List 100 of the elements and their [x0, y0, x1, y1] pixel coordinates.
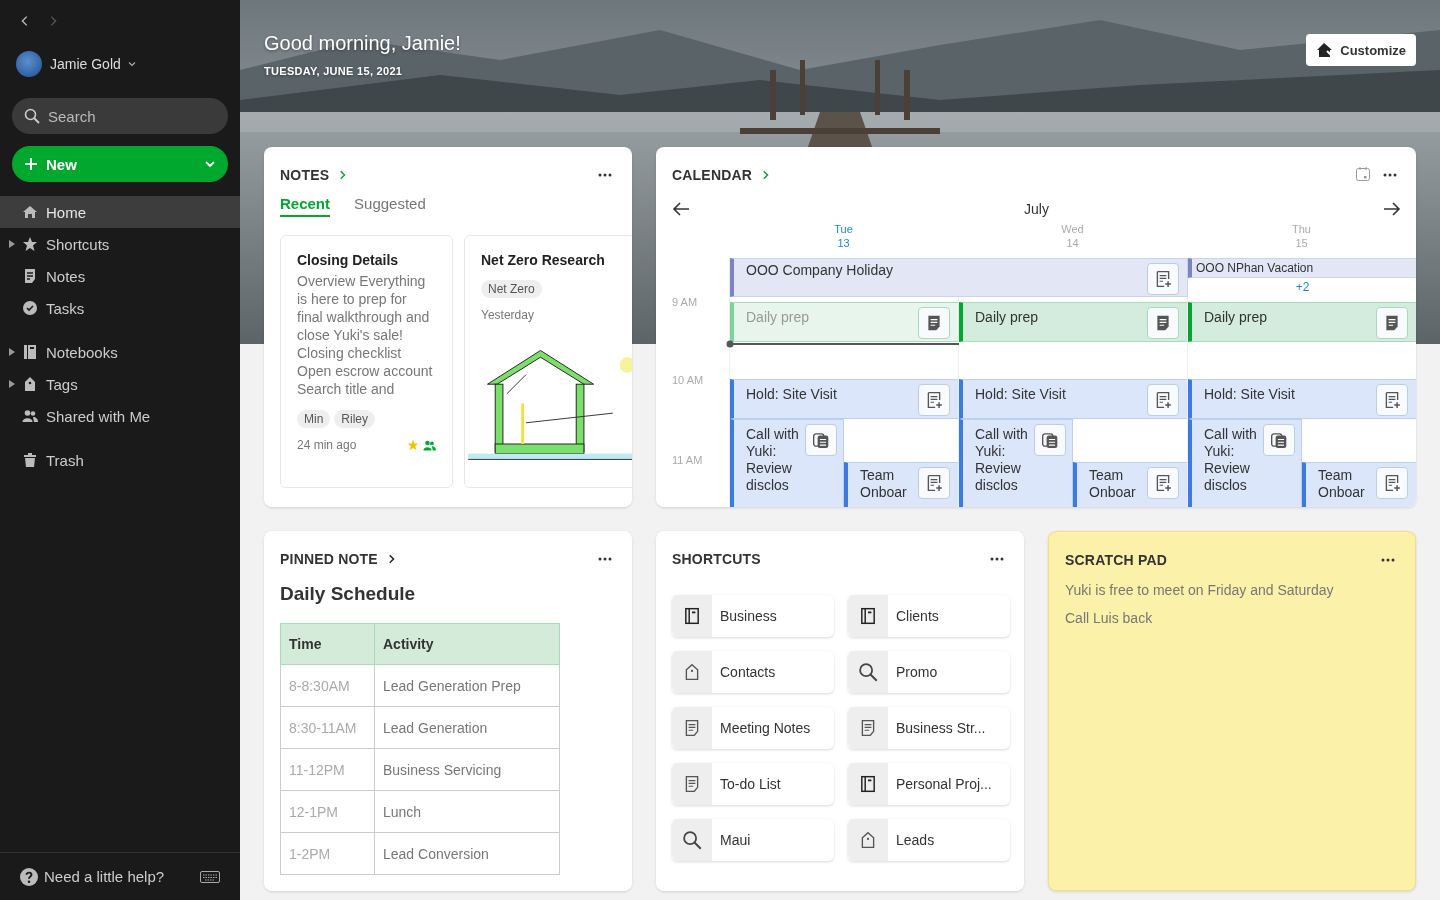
note-button[interactable] [1034, 424, 1066, 456]
expand-icon[interactable] [9, 240, 15, 248]
more-icon [1381, 558, 1395, 562]
account-button[interactable]: Jamie Gold [50, 56, 137, 72]
sidebar-item[interactable]: Tags [0, 368, 240, 400]
calendar-event[interactable]: Call with Yuki: Review disclos [730, 419, 844, 507]
table-cell: Lead Generation Prep [374, 664, 560, 707]
tag[interactable]: Min [297, 410, 331, 428]
card-title[interactable]: PINNED NOTE [280, 551, 378, 567]
calendar-event[interactable]: Hold: Site Visit [730, 379, 959, 419]
shortcut-item[interactable]: Contacts [672, 651, 834, 693]
table-cell: 1-2PM [280, 832, 375, 875]
search-field[interactable]: Search [12, 98, 228, 134]
calendar-event[interactable]: Team Onboar [1302, 462, 1416, 507]
sidebar-item[interactable]: Tasks [0, 292, 240, 324]
note-add-icon [1154, 474, 1172, 492]
note-button[interactable] [1376, 467, 1408, 499]
table-cell: Lunch [374, 790, 560, 833]
plus-icon [24, 157, 38, 171]
more-icon [990, 557, 1004, 561]
sidebar-item[interactable]: Notes [0, 260, 240, 292]
tag-icon [683, 663, 701, 681]
shortcut-item[interactable]: Promo [848, 651, 1010, 693]
table-cell: Lead Generation [374, 706, 560, 749]
time-label: 10 AM [672, 374, 704, 386]
shortcut-item[interactable]: To-do List [672, 763, 834, 805]
note-button[interactable] [918, 467, 950, 499]
note-button[interactable] [1263, 424, 1295, 456]
sidebar-item[interactable]: Notebooks [0, 336, 240, 368]
people-icon [423, 438, 436, 452]
note-add-icon [1383, 474, 1401, 492]
column-header: Time [280, 623, 375, 665]
note-add-icon [925, 391, 943, 409]
more-icon [598, 557, 612, 561]
shortcut-item[interactable]: Personal Proj... [848, 763, 1010, 805]
table-cell: Business Servicing [374, 748, 560, 791]
calendar-event[interactable]: Call with Yuki: Review disclos [959, 419, 1073, 507]
home-icon [22, 204, 38, 220]
sidebar-item[interactable]: Shortcuts [0, 228, 240, 260]
note-icon [859, 719, 877, 737]
help-icon [20, 867, 38, 886]
note-icon [683, 775, 701, 793]
search-icon [682, 830, 702, 850]
card-title: SCRATCH PAD [1065, 552, 1167, 568]
notebook-icon [683, 607, 701, 625]
shortcut-item[interactable]: Business [672, 595, 834, 637]
people-icon [22, 408, 38, 424]
sidebar-item[interactable]: Trash [0, 444, 240, 476]
avatar[interactable] [16, 51, 42, 77]
note-button[interactable] [805, 424, 837, 456]
expand-icon[interactable] [9, 348, 15, 356]
note-button[interactable] [1147, 467, 1179, 499]
note-time: 24 min ago [297, 438, 358, 452]
note-add-icon [925, 474, 943, 492]
sidebar-item[interactable]: Shared with Me [0, 400, 240, 432]
notebook-icon [859, 607, 877, 625]
table-cell: Lead Conversion [374, 832, 560, 875]
caret-icon [204, 158, 216, 170]
shortcut-item[interactable]: Clients [848, 595, 1010, 637]
calendar-event[interactable]: Hold: Site Visit [1188, 379, 1416, 419]
shortcut-item[interactable]: Meeting Notes [672, 707, 834, 749]
note-icon [683, 719, 701, 737]
search-icon [24, 108, 40, 124]
note-title: Daily Schedule [280, 583, 417, 605]
caret-icon [126, 59, 137, 69]
trash-icon [22, 452, 38, 468]
note-button[interactable] [918, 384, 950, 416]
card-title: SHORTCUTS [672, 551, 761, 567]
tag-icon [22, 376, 38, 392]
sidebar-item[interactable]: Home [0, 196, 240, 228]
scratch-text[interactable]: Call Luis back [1065, 610, 1399, 626]
note-button[interactable] [1376, 384, 1408, 416]
calendar-event[interactable]: Team Onboar [1073, 462, 1188, 507]
scratch-text[interactable]: Yuki is free to meet on Friday and Saturday [1065, 582, 1399, 598]
notebook-icon [22, 344, 38, 360]
duplicate-icon [812, 431, 830, 449]
calendar-event[interactable]: Call with Yuki: Review disclos [1188, 419, 1302, 507]
shortcut-item[interactable]: Business Str... [848, 707, 1010, 749]
table-cell: 8-8:30AM [280, 664, 375, 707]
shortcut-item[interactable]: Maui [672, 819, 834, 861]
calendar-event[interactable]: Hold: Site Visit [959, 379, 1188, 419]
note-add-icon [1154, 391, 1172, 409]
duplicate-icon [1041, 431, 1059, 449]
tag[interactable]: Riley [334, 410, 375, 428]
note-button[interactable] [1147, 384, 1179, 416]
duplicate-icon [1270, 431, 1288, 449]
star-icon [407, 439, 419, 451]
note-add-icon [1383, 391, 1401, 409]
note-icon [22, 268, 38, 284]
tag-icon [859, 831, 877, 849]
check-circle-icon [22, 300, 38, 316]
shortcut-item[interactable]: Leads [848, 819, 1010, 861]
expand-icon[interactable] [9, 380, 15, 388]
notebook-icon [859, 775, 877, 793]
table-cell: 11-12PM [280, 748, 375, 791]
help-link[interactable]: Need a little help? [44, 868, 194, 885]
time-label: 11 AM [672, 454, 703, 466]
table-cell: 12-1PM [280, 790, 375, 833]
calendar-event[interactable]: Team Onboar [844, 462, 959, 507]
table-cell: 8:30-11AM [280, 706, 375, 749]
